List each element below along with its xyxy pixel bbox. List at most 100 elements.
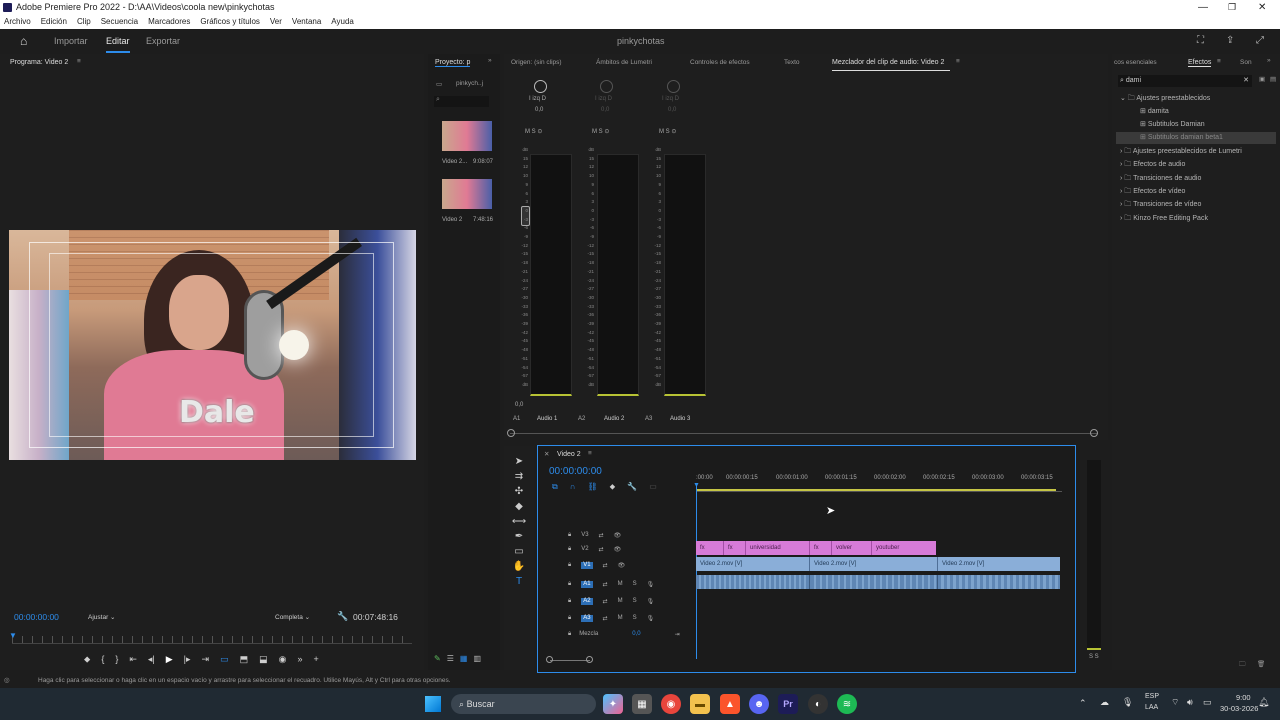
snap-icon[interactable]: ∩ <box>570 482 576 492</box>
spotify-icon[interactable]: ≋ <box>837 694 857 714</box>
wifi-icon[interactable]: ⌔ <box>1171 697 1179 708</box>
lock-icon[interactable]: 🔒︎ <box>568 546 571 553</box>
eye-icon[interactable]: 👁︎ <box>618 562 626 569</box>
playhead-icon[interactable]: ▼ <box>693 482 700 489</box>
slip-tool-icon[interactable]: ⟷ <box>512 516 526 527</box>
captions-icon[interactable]: ▭ <box>649 482 657 492</box>
tab-source[interactable]: Origen: (sin clips) <box>511 59 562 66</box>
clip[interactable]: Video 2.mov [V] <box>696 557 810 571</box>
tab-editar[interactable]: Editar <box>106 29 130 53</box>
track-label[interactable]: V3 <box>581 532 588 539</box>
playhead-icon[interactable]: ▼ <box>9 631 17 640</box>
mute-icon[interactable]: M <box>618 598 623 605</box>
add-control-icon[interactable]: + <box>314 654 319 668</box>
more-controls-icon[interactable]: » <box>297 654 302 668</box>
close-sequence-icon[interactable]: ✕ <box>544 450 549 458</box>
program-scrubber[interactable] <box>12 636 412 644</box>
menu-edicion[interactable]: Edición <box>41 17 67 26</box>
mic-icon[interactable]: 🎙︎ <box>647 581 655 588</box>
tree-folder[interactable]: › 🗀︎ Efectos de vídeo <box>1120 187 1185 198</box>
discord-icon[interactable]: ☻ <box>749 694 769 714</box>
pen-tool-icon[interactable]: ✒ <box>515 531 523 542</box>
clip[interactable]: Video 2.mov [V] <box>938 557 1060 571</box>
tray-chevron-icon[interactable]: ⌃ <box>1079 698 1087 709</box>
mute-solo-record[interactable]: M S ⊙ <box>659 128 676 135</box>
zoom-handle[interactable] <box>586 656 593 663</box>
meter-solo-label[interactable]: S S <box>1089 654 1099 660</box>
lock-icon[interactable]: 🔒︎ <box>568 615 571 622</box>
menu-archivo[interactable]: Archivo <box>4 17 31 26</box>
tree-folder[interactable]: › 🗀︎ Ajustes preestablecidos de Lumetri <box>1120 147 1242 158</box>
menu-secuencia[interactable]: Secuencia <box>101 17 138 26</box>
mark-in-icon[interactable]: { <box>101 654 104 668</box>
go-to-out-icon[interactable]: ⇥ <box>202 654 210 668</box>
ripple-edit-icon[interactable]: ✣ <box>515 486 523 497</box>
scroll-handle-left[interactable] <box>507 429 515 437</box>
app-icon[interactable]: ◐ <box>808 694 828 714</box>
go-to-end-icon[interactable]: ⇥ <box>675 631 680 638</box>
settings-icon[interactable]: 🔧 <box>627 482 637 492</box>
project-item-thumbnail[interactable] <box>442 179 492 209</box>
panel-menu-icon[interactable]: ≡ <box>588 450 592 457</box>
clip[interactable]: youtuber <box>872 541 936 555</box>
copilot-icon[interactable]: ✦ <box>603 694 623 714</box>
mute-icon[interactable]: M <box>618 581 623 588</box>
lock-icon[interactable]: 🔒︎ <box>568 562 571 569</box>
go-to-in-icon[interactable]: ⇤ <box>129 654 137 668</box>
lock-icon[interactable]: 🔒︎ <box>568 631 571 638</box>
clip[interactable]: universidad <box>746 541 810 555</box>
battery-icon[interactable]: ▭ <box>1203 697 1212 708</box>
solo-icon[interactable]: S <box>633 615 637 622</box>
list-view-icon[interactable]: ☰ <box>447 654 454 666</box>
mark-out-icon[interactable]: } <box>115 654 118 668</box>
tab-sound[interactable]: Son <box>1240 59 1252 66</box>
clip[interactable]: Video 2.mov [V] <box>810 557 938 571</box>
menu-graficos[interactable]: Gráficos y títulos <box>200 17 260 26</box>
pan-value[interactable]: 0,0 <box>668 107 676 113</box>
zoom-handle[interactable] <box>546 656 553 663</box>
mute-solo-record[interactable]: M S ⊙ <box>592 128 609 135</box>
clip[interactable]: volver <box>832 541 872 555</box>
taskbar-search[interactable]: ⌕ Buscar <box>451 694 596 714</box>
store-icon[interactable]: ▦ <box>632 694 652 714</box>
sync-icon[interactable]: ⇄ <box>603 562 608 569</box>
sync-icon[interactable]: ⇄ <box>603 615 608 622</box>
clip[interactable]: fx <box>724 541 746 555</box>
expand-icon[interactable]: ⤢ <box>1256 29 1264 53</box>
panel-menu-icon[interactable]: ≡ <box>77 58 81 65</box>
panel-overflow-icon[interactable]: » <box>488 57 492 64</box>
audio-clip[interactable] <box>696 575 810 589</box>
panel-menu-icon[interactable]: ≡ <box>1217 58 1221 65</box>
linked-selection-icon[interactable]: ⛓ <box>587 482 597 492</box>
scroll-handle-right[interactable] <box>1090 429 1098 437</box>
tab-lumetri-scopes[interactable]: Ámbitos de Lumetri <box>596 59 652 66</box>
yuv-icon[interactable]: ▤ <box>1270 75 1276 83</box>
trash-icon[interactable]: 🗑︎ <box>1257 660 1265 668</box>
clock-time[interactable]: 9:00 <box>1236 693 1251 702</box>
audio-clip[interactable] <box>938 575 1060 589</box>
quality-select[interactable]: Completa ⌄ <box>275 613 310 621</box>
close-icon[interactable]: ✕ <box>1258 0 1266 15</box>
sync-icon[interactable]: ⇄ <box>603 598 608 605</box>
menu-marcadores[interactable]: Marcadores <box>148 17 190 26</box>
minimize-icon[interactable]: — <box>1198 0 1208 15</box>
pan-knob[interactable] <box>667 80 680 93</box>
video-frame[interactable]: Dale <box>9 230 416 460</box>
rectangle-tool-icon[interactable]: ▭ <box>514 546 523 557</box>
timeline-zoom-bar[interactable] <box>550 660 590 661</box>
tab-exportar[interactable]: Exportar <box>146 29 180 53</box>
wrench-icon[interactable]: 🔧 <box>337 611 348 622</box>
new-bin-icon[interactable]: 🗀︎ <box>1239 660 1246 671</box>
project-tab[interactable]: Proyecto: p <box>435 59 471 67</box>
tray-layout[interactable]: LAA <box>1145 704 1158 711</box>
tree-folder[interactable]: › 🗀︎ Efectos de audio <box>1120 160 1185 171</box>
clock-date[interactable]: 30-03-2026 <box>1220 704 1258 713</box>
pan-value[interactable]: 0,0 <box>601 107 609 113</box>
eye-icon[interactable]: 👁︎ <box>614 532 622 539</box>
timeline-timecode[interactable]: 00:00:00:00 <box>549 466 602 477</box>
clear-search-icon[interactable]: ✕ <box>1243 75 1249 87</box>
sequence-tab[interactable]: Video 2 <box>557 451 581 458</box>
mix-value[interactable]: 0,0 <box>632 631 640 638</box>
tree-preset[interactable]: ⊞ damita <box>1140 107 1169 115</box>
tab-effect-controls[interactable]: Controles de efectos <box>690 59 750 66</box>
